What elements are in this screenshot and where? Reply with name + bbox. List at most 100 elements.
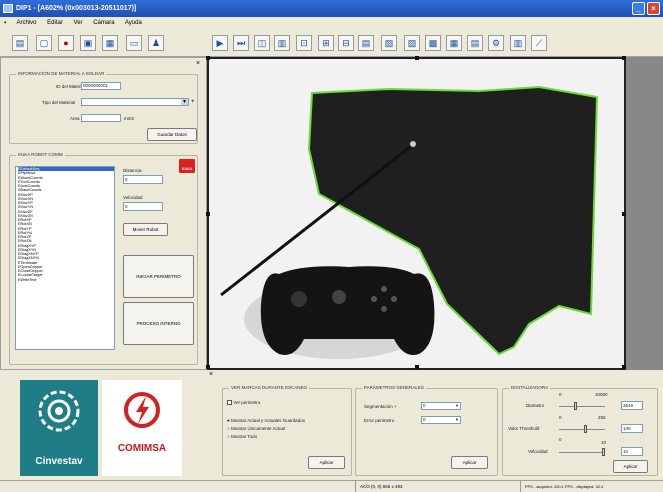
camera-icon[interactable]: ▣ (80, 35, 96, 51)
ver-perimetro-checkbox[interactable] (227, 400, 232, 406)
material-group: INFORMACIÓN DE MATERIAL A SOLDAR ID del … (9, 71, 198, 144)
align-center-icon[interactable]: ▩ (425, 35, 441, 51)
marcas-apply-button[interactable]: Aplicar (308, 456, 345, 469)
mostrar-actual-guardados-radio[interactable]: ● Mostrar Actual y Actuales Guardados (227, 418, 305, 423)
opt3-label: Mostrar Todo (230, 434, 258, 439)
resize-handle[interactable] (415, 56, 419, 60)
close-button[interactable]: × (647, 2, 660, 15)
robot-icon[interactable]: ♟ (148, 35, 164, 51)
menu-bar: ▪ Archivo Editar Ver Cámara Ayuda (0, 17, 663, 30)
status-coords: ACO (0, 0) 656 x 493 (355, 481, 455, 492)
mostrar-todo-radio[interactable]: ○ Mostrar Todo (227, 434, 257, 439)
error-perimetro-select[interactable]: 0 ▼ (421, 416, 461, 424)
window-title: DIP1 - [A602% (0x003013-20511017)] (16, 5, 137, 12)
align-right-icon[interactable]: ▦ (446, 35, 462, 51)
left-panel: × INFORMACIÓN DE MATERIAL A SOLDAR ID de… (0, 57, 207, 370)
digitalizadora-group: DIGITALIZADORA 0 10000 Diametro 3549 0 2… (502, 385, 658, 476)
tipo-label: Tipo del Material (42, 100, 76, 105)
kuka-group: KUKA ROBOT COMM EDefaultSeq EPtpMove EWorl… (9, 152, 198, 365)
menu-editar[interactable]: Editar (47, 20, 63, 26)
threshold-label: Valor Threshold (508, 426, 540, 431)
internal-process-button[interactable]: PROCESO INTERNO (123, 302, 194, 345)
chevron-down-icon[interactable]: ▼ (454, 403, 460, 409)
area-field[interactable] (81, 114, 121, 122)
chevron-down-icon[interactable]: ▼ (181, 99, 188, 105)
new-icon[interactable]: ▤ (12, 35, 28, 51)
fit-icon[interactable]: ▤ (358, 35, 374, 51)
digitalizadora-group-title: DIGITALIZADORA (509, 385, 551, 390)
error-perimetro-value: 0 (423, 417, 426, 422)
id-field[interactable]: 0000000001 (81, 82, 121, 90)
distancia-label: Distancia (123, 168, 142, 173)
velocidad-field[interactable]: 10 (621, 447, 643, 456)
error-perimetro-label: Error perimetro (364, 418, 395, 423)
tipo-select[interactable]: ▼ (81, 98, 189, 106)
threshold-slider-thumb[interactable] (584, 425, 587, 433)
diametro-field[interactable]: 3549 (621, 401, 643, 410)
menu-camara[interactable]: Cámara (93, 20, 114, 26)
zoom-in-icon[interactable]: ⊞ (318, 35, 334, 51)
segmentacion-value: 0 (423, 403, 426, 408)
resize-handle[interactable] (206, 212, 210, 216)
cinvestav-emblem-icon (38, 390, 80, 432)
velocidad-min: 0 (559, 437, 562, 442)
segmentacion-label: Segmentación + (364, 404, 397, 409)
comimsa-logo: COMIMSA (102, 380, 182, 476)
record-icon[interactable]: ● (58, 35, 74, 51)
status-fps: FPS - acquired: 100.1 FPS - displayed: 3… (520, 481, 603, 492)
save-data-button[interactable]: Guardar Datos (147, 128, 197, 141)
step-icon[interactable]: ⏭ (233, 35, 249, 51)
velocidad-slider-thumb[interactable] (602, 448, 605, 456)
velocidad-slider[interactable] (559, 452, 605, 453)
mostrar-actual-radio[interactable]: ○ Mostrar Únicamente Actual (227, 426, 285, 431)
diametro-slider-thumb[interactable] (574, 402, 577, 410)
app-icon (3, 4, 13, 13)
start-perimeter-button[interactable]: INICIAR PERIMETRO (123, 255, 194, 298)
menu-archivo[interactable]: Archivo (16, 20, 36, 26)
list-item[interactable]: EWriteText (18, 278, 114, 282)
settings-icon[interactable]: ⚙ (488, 35, 504, 51)
menu-ayuda[interactable]: Ayuda (125, 20, 142, 26)
panel-close-icon[interactable]: × (196, 60, 200, 67)
resize-handle[interactable] (415, 365, 419, 369)
zoom-out-icon[interactable]: ⊟ (338, 35, 354, 51)
resize-handle[interactable] (206, 365, 210, 369)
bottom-panel-close-icon[interactable]: × (209, 371, 213, 378)
threshold-field[interactable]: 140 (621, 424, 643, 433)
comimsa-emblem-icon (124, 392, 160, 428)
command-list[interactable]: EDefaultSeq EPtpMove EWorldCoords EToolCoor… (15, 166, 115, 350)
velocidad-field[interactable]: 0 (123, 202, 163, 211)
parametros-apply-button[interactable]: Aplicar (451, 456, 488, 469)
minimize-button[interactable]: _ (632, 2, 645, 15)
crop-icon[interactable]: ▥ (274, 35, 290, 51)
distancia-field[interactable]: 0 (123, 175, 163, 184)
play-icon[interactable]: ▶ (212, 35, 228, 51)
segmentacion-select[interactable]: 0 ▼ (421, 402, 461, 410)
grid-icon[interactable]: ▦ (102, 35, 118, 51)
chevron-down-icon[interactable]: ▼ (454, 417, 460, 423)
title-bar: DIP1 - [A602% (0x003013-20511017)] _ × (0, 0, 663, 17)
camera-view[interactable] (206, 56, 626, 370)
add-icon[interactable]: + (191, 98, 198, 106)
align-left-icon[interactable]: ▨ (404, 35, 420, 51)
velocidad-max: 10 (601, 440, 607, 445)
monitor-icon[interactable]: ▭ (126, 35, 142, 51)
frame-icon[interactable]: ◫ (254, 35, 270, 51)
chart-icon[interactable]: ▥ (510, 35, 526, 51)
digit-velocidad-label: Velocidad (528, 449, 548, 454)
velocidad-label: Velocidad (123, 195, 143, 200)
ver-perimetro-option[interactable]: Ver perimetro (227, 400, 261, 406)
digitalizadora-apply-button[interactable]: Aplicar (613, 460, 648, 473)
threshold-slider[interactable] (559, 429, 605, 430)
menu-ver[interactable]: Ver (74, 20, 83, 26)
diametro-slider[interactable] (559, 406, 605, 407)
layer-icon[interactable]: ▤ (467, 35, 483, 51)
resize-handle[interactable] (206, 56, 210, 60)
open-icon[interactable]: ▢ (36, 35, 52, 51)
ver-perimetro-label: Ver perimetro (233, 400, 261, 405)
kuka-logo: KUKA (179, 159, 195, 173)
move-robot-button[interactable]: Mover Robot (123, 223, 168, 236)
histogram-icon[interactable]: ▧ (381, 35, 397, 51)
measure-icon[interactable]: ⟋ (531, 35, 547, 51)
zoom-fit-icon[interactable]: ⊡ (296, 35, 312, 51)
